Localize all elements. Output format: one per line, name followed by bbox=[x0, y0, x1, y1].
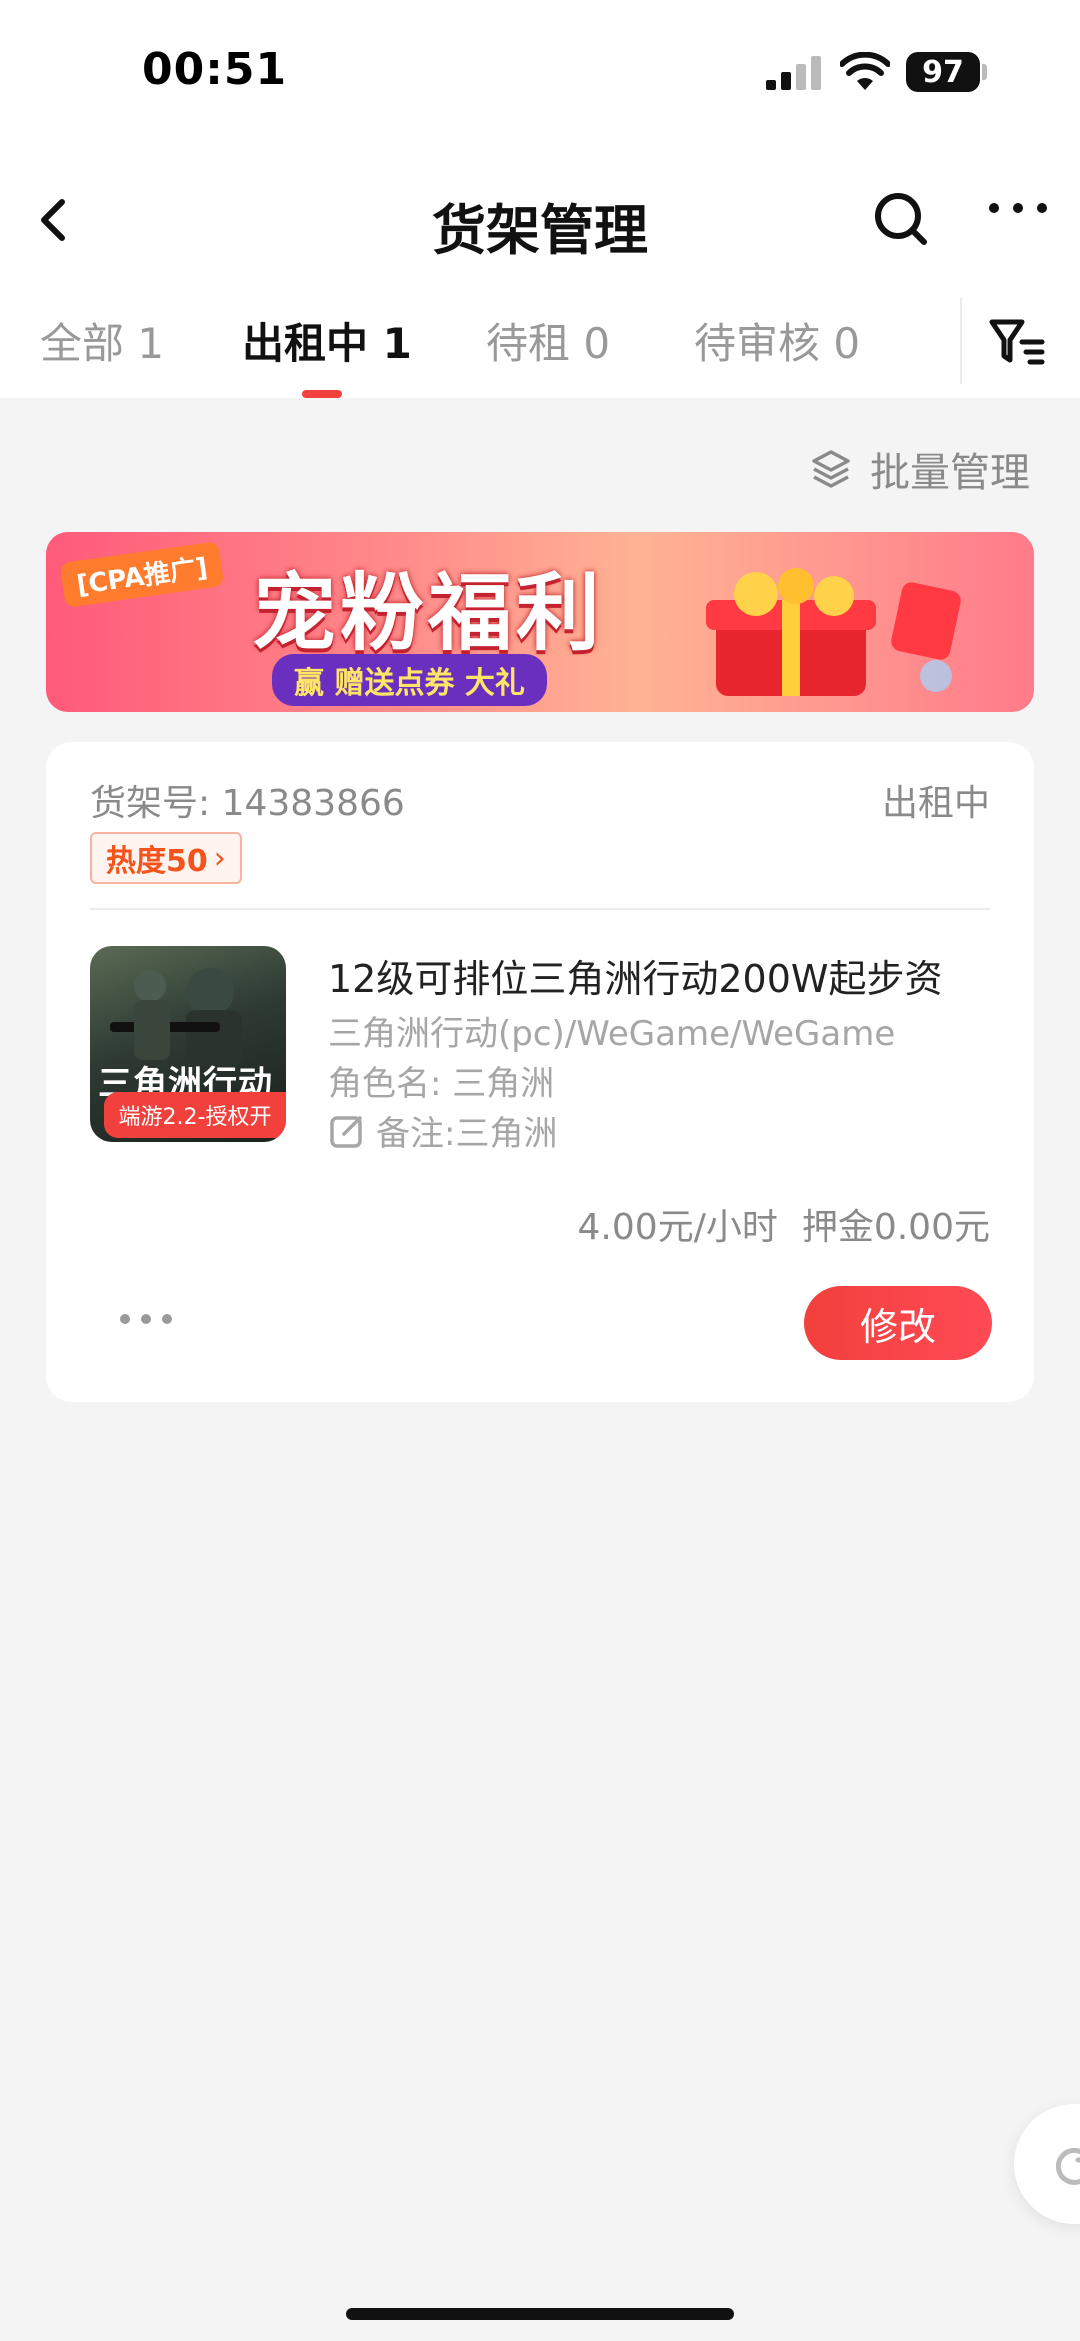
banner-tag: [CPA推广] bbox=[59, 541, 224, 608]
banner-subtitle: 赢 赠送点券 大礼 bbox=[272, 654, 547, 706]
status-bar: 00:51 97 bbox=[0, 0, 1080, 150]
listing-platform: 三角洲行动(pc)/WeGame/WeGame bbox=[328, 1014, 896, 1054]
tab-all[interactable]: 全部 1 bbox=[40, 310, 164, 371]
banner-title: 宠粉福利 bbox=[252, 564, 605, 662]
heat-label: 热度50 bbox=[106, 844, 208, 879]
refresh-icon bbox=[1055, 2147, 1080, 2185]
more-icon[interactable] bbox=[986, 198, 1050, 218]
signal-icon bbox=[766, 56, 821, 90]
tab-active-indicator bbox=[302, 390, 342, 398]
card-more-icon[interactable] bbox=[118, 1312, 174, 1326]
tabs-bar: 全部 1 出租中 1 待租 0 待审核 0 bbox=[0, 290, 1080, 398]
card-divider bbox=[90, 908, 990, 910]
heat-badge[interactable]: 热度50 › bbox=[90, 832, 242, 884]
tab-available[interactable]: 待租 0 bbox=[486, 310, 610, 371]
shelf-number: 货架号: 14383866 bbox=[90, 783, 405, 824]
home-indicator bbox=[346, 2308, 734, 2320]
tab-pending-review[interactable]: 待审核 0 bbox=[694, 310, 860, 371]
chevron-right-icon: › bbox=[213, 840, 226, 876]
gift-box-icon bbox=[706, 568, 961, 696]
wifi-icon bbox=[840, 52, 890, 90]
deposit: 押金0.00元 bbox=[801, 1207, 990, 1248]
listing-note-text: 备注:三角洲 bbox=[376, 1114, 558, 1154]
listing-card[interactable]: 货架号: 14383866 出租中 热度50 › 三角洲行动 端游2.2-授权开… bbox=[46, 742, 1034, 1402]
price-line: 4.00元/小时 押金0.00元 bbox=[578, 1198, 990, 1250]
nav-bar: 货架管理 bbox=[0, 150, 1080, 290]
floating-refresh-button[interactable] bbox=[1014, 2104, 1080, 2224]
batch-manage-label: 批量管理 bbox=[870, 450, 1030, 496]
battery-indicator: 97 bbox=[906, 52, 980, 92]
filter-icon[interactable] bbox=[988, 314, 1046, 370]
hourly-price: 4.00元/小时 bbox=[577, 1207, 778, 1248]
batch-manage-button[interactable]: 批量管理 bbox=[810, 440, 1030, 498]
layers-icon bbox=[812, 450, 850, 488]
tab-renting[interactable]: 出租中 1 bbox=[242, 310, 412, 371]
listing-title[interactable]: 12级可排位三角洲行动200W起步资 bbox=[328, 948, 998, 1003]
filter-divider bbox=[960, 298, 962, 384]
listing-role-name: 角色名: 三角洲 bbox=[328, 1064, 555, 1104]
soldier-artwork-icon bbox=[110, 968, 242, 1066]
thumbnail-label: 端游2.2-授权开 bbox=[104, 1092, 286, 1138]
listing-note[interactable]: 备注:三角洲 bbox=[328, 1106, 557, 1155]
game-thumbnail[interactable]: 三角洲行动 端游2.2-授权开 bbox=[90, 946, 286, 1142]
status-time: 00:51 bbox=[142, 44, 288, 95]
listing-status: 出租中 bbox=[881, 783, 990, 824]
battery-tip bbox=[982, 64, 987, 80]
promo-banner[interactable]: [CPA推广] 宠粉福利 赢 赠送点券 大礼 bbox=[46, 532, 1034, 712]
search-icon[interactable] bbox=[868, 186, 932, 250]
modify-button[interactable]: 修改 bbox=[804, 1286, 992, 1360]
edit-note-icon bbox=[330, 1115, 362, 1148]
